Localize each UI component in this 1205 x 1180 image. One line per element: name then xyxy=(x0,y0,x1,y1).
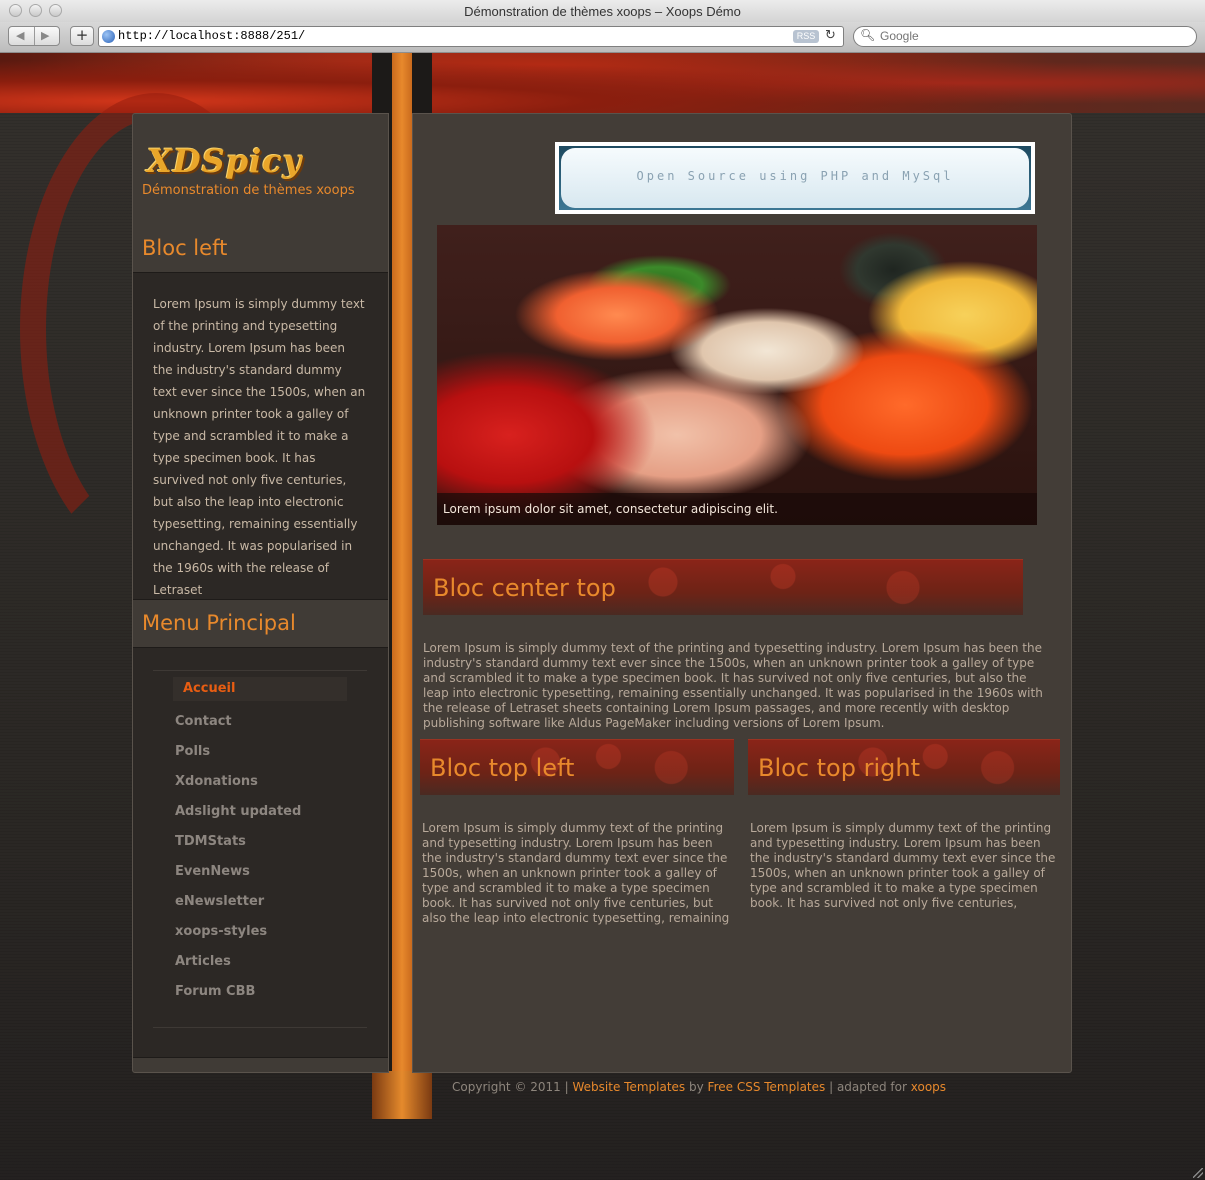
bloc-top-right-title: Bloc top right xyxy=(748,739,1060,795)
ad-banner-text: Open Source using PHP and MySql xyxy=(561,148,1029,208)
search-icon: 🔍︎ xyxy=(860,28,876,42)
menu-list: Accueil Contact Polls Xdonations Adsligh… xyxy=(153,670,367,1028)
menu-item-polls[interactable]: Polls xyxy=(153,737,367,767)
menu-item-xdonations[interactable]: Xdonations xyxy=(153,767,367,797)
menu-item-forum-cbb[interactable]: Forum CBB xyxy=(153,977,367,1007)
footer-link-website-templates[interactable]: Website Templates xyxy=(573,1080,686,1094)
footer-link-xoops[interactable]: xoops xyxy=(911,1080,946,1094)
bloc-left-body: Lorem Ipsum is simply dummy text of the … xyxy=(133,272,388,600)
bloc-left-title: Bloc left xyxy=(133,228,388,268)
menu-item-accueil[interactable]: Accueil xyxy=(173,677,347,701)
browser-toolbar: ◀ ▶ + http://localhost:8888/251/ RSS ↻ 🔍… xyxy=(0,22,1205,53)
rss-button[interactable]: RSS xyxy=(793,30,819,43)
right-column: Open Source using PHP and MySql Lorem ip… xyxy=(412,113,1072,1073)
menu-item-articles[interactable]: Articles xyxy=(153,947,367,977)
bloc-top-left-text: Lorem Ipsum is simply dummy text of the … xyxy=(422,821,730,925)
menu-principal-title: Menu Principal xyxy=(133,603,388,643)
url-text[interactable]: http://localhost:8888/251/ xyxy=(118,29,305,43)
back-arrow-icon[interactable]: ◀ xyxy=(16,29,24,42)
menu-item-adslight[interactable]: Adslight updated xyxy=(153,797,367,827)
content-container: XDSpicy Démonstration de thèmes xoops Bl… xyxy=(132,113,1072,1073)
window-titlebar: Démonstration de thèmes xoops – Xoops Dé… xyxy=(0,0,1205,23)
search-input[interactable] xyxy=(880,29,1180,43)
footer-link-free-css-templates[interactable]: Free CSS Templates xyxy=(708,1080,826,1094)
nav-divider xyxy=(34,27,35,45)
bloc-top-left-title: Bloc top left xyxy=(420,739,734,795)
pillar-base xyxy=(372,1071,432,1119)
forward-arrow-icon[interactable]: ▶ xyxy=(41,29,49,42)
menu-item-tdmstats[interactable]: TDMStats xyxy=(153,827,367,857)
bloc-center-top-text: Lorem Ipsum is simply dummy text of the … xyxy=(423,641,1043,730)
menu-item-contact[interactable]: Contact xyxy=(153,707,367,737)
search-bar[interactable]: 🔍︎ xyxy=(853,26,1197,47)
site-tagline: Démonstration de thèmes xoops xyxy=(142,183,355,198)
add-bookmark-button[interactable]: + xyxy=(70,26,94,46)
page-viewport: XDSpicy Démonstration de thèmes xoops Bl… xyxy=(0,53,1205,1180)
footer-by: by xyxy=(689,1080,704,1094)
menu-item-evennews[interactable]: EvenNews xyxy=(153,857,367,887)
window-title: Démonstration de thèmes xoops – Xoops Dé… xyxy=(464,4,741,19)
footer-copyright: Copyright © 2011 | xyxy=(452,1080,569,1094)
reload-icon[interactable]: ↻ xyxy=(825,28,836,43)
resize-grip[interactable] xyxy=(1193,1168,1203,1178)
globe-icon xyxy=(102,30,115,43)
footer: Copyright © 2011 | Website Templates by … xyxy=(452,1080,946,1094)
address-bar[interactable]: http://localhost:8888/251/ RSS ↻ xyxy=(98,26,844,47)
ad-banner[interactable]: Open Source using PHP and MySql xyxy=(555,142,1035,214)
menu-item-xoops-styles[interactable]: xoops-styles xyxy=(153,917,367,947)
site-logo[interactable]: XDSpicy xyxy=(147,142,302,180)
left-column: XDSpicy Démonstration de thèmes xoops Bl… xyxy=(132,113,389,1073)
bloc-center-top-title: Bloc center top xyxy=(423,559,1023,615)
hero-image: Lorem ipsum dolor sit amet, consectetur … xyxy=(437,225,1037,525)
ad-banner-frame: Open Source using PHP and MySql xyxy=(559,146,1031,210)
menu-item-enewsletter[interactable]: eNewsletter xyxy=(153,887,367,917)
nav-buttons: ◀ ▶ xyxy=(8,26,60,46)
hero-caption: Lorem ipsum dolor sit amet, consectetur … xyxy=(437,493,1037,525)
bloc-left-text: Lorem Ipsum is simply dummy text of the … xyxy=(153,297,366,597)
bloc-top-right-text: Lorem Ipsum is simply dummy text of the … xyxy=(750,821,1056,910)
footer-adapted: | adapted for xyxy=(829,1080,907,1094)
menu-principal-body: Accueil Contact Polls Xdonations Adsligh… xyxy=(133,647,388,1058)
